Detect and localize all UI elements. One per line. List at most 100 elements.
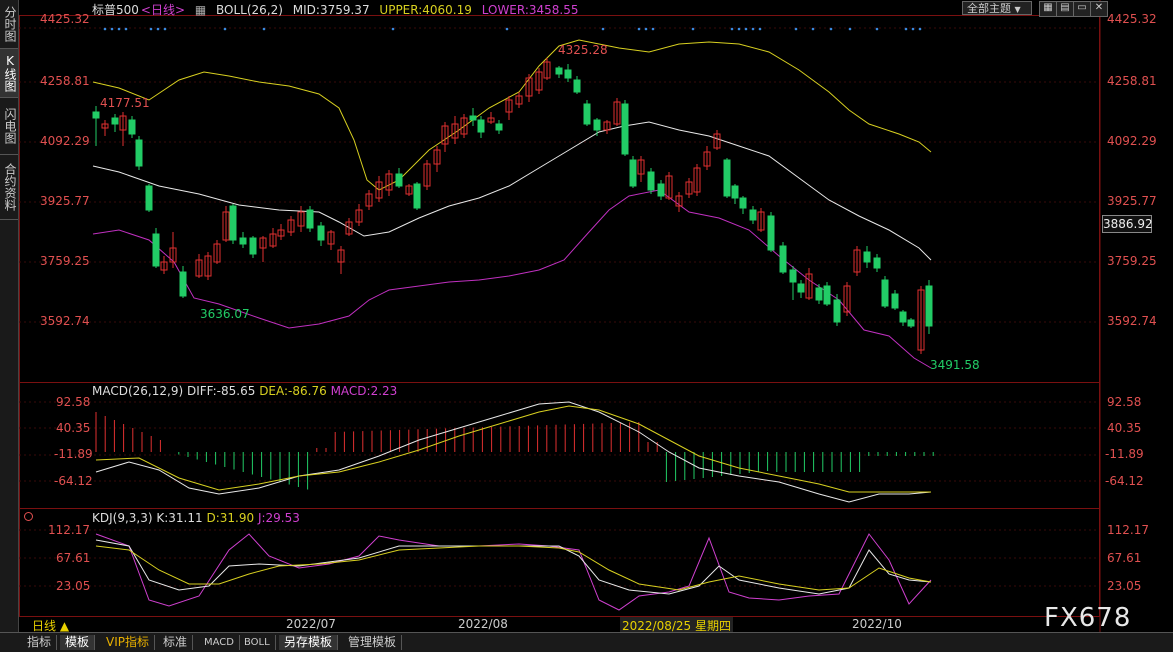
layout-icon[interactable]: ▤: [1056, 1, 1074, 17]
candle-body: [111, 117, 119, 125]
signal-dot: [163, 27, 167, 31]
kdj-tick-left-1: 112.17: [48, 523, 90, 537]
macd-frame: [19, 382, 1100, 509]
candle-body: [128, 119, 136, 135]
signal-dot: [848, 27, 852, 31]
x-label-aug: 2022/08: [458, 617, 508, 631]
price-tick-left-2: 4258.81: [40, 74, 90, 88]
candle-body: [229, 205, 237, 241]
candle-body: [749, 209, 757, 221]
signal-dot: [505, 27, 509, 31]
macd-value: MACD:2.23: [330, 384, 398, 398]
kdj-settings-icon[interactable]: [24, 512, 33, 521]
annotation-high-2: 4325.28: [558, 43, 608, 57]
boll-upper-line: [92, 39, 932, 191]
signal-dot: [223, 27, 227, 31]
signal-dot: [758, 27, 762, 31]
price-tick-right-1: 4425.32: [1107, 12, 1157, 26]
signal-dot: [103, 27, 107, 31]
tab-indicator[interactable]: 指标: [22, 635, 58, 650]
candle-body: [797, 283, 805, 293]
candle-body: [767, 215, 775, 251]
macd-tick-right-2: 40.35: [1107, 421, 1142, 435]
candle-body: [477, 119, 485, 133]
signal-dot: [651, 27, 655, 31]
candle-body: [317, 225, 325, 241]
manage-template-button[interactable]: 管理模板: [343, 635, 403, 650]
macd-header: MACD(26,12,9) DIFF:-85.65 DEA:-86.76 MAC…: [92, 384, 397, 398]
price-tick-right-4: 3925.77: [1107, 194, 1157, 208]
candle-body: [723, 159, 731, 197]
chart-type-icon[interactable]: ▦: [195, 3, 206, 17]
tab-vip-indicator[interactable]: VIP指标: [101, 635, 155, 650]
price-tick-left-1: 4425.32: [40, 12, 90, 26]
macd-tick-right-3: -11.89: [1105, 447, 1144, 461]
tab-kline[interactable]: K线图: [0, 49, 18, 98]
macd-tick-left-1: 92.58: [56, 395, 91, 409]
tab-macd[interactable]: MACD: [199, 635, 240, 650]
kdj-tick-left-3: 23.05: [56, 579, 91, 593]
close-icon[interactable]: ✕: [1090, 1, 1108, 17]
annotation-high-1: 4177.51: [100, 96, 150, 110]
macd-tick-right-4: -64.12: [1105, 474, 1144, 488]
window-icon[interactable]: ▭: [1073, 1, 1091, 17]
tab-timeshare[interactable]: 分时图: [0, 0, 18, 49]
candle-body: [629, 159, 637, 187]
candle-body: [152, 233, 160, 267]
symbol-name: 标普500: [92, 3, 139, 17]
signal-dot: [911, 27, 915, 31]
signal-dot: [918, 27, 922, 31]
signal-dot: [637, 27, 641, 31]
signal-dot: [149, 27, 153, 31]
price-tick-right-3: 4092.29: [1107, 134, 1157, 148]
macd-tick-left-4: -64.12: [54, 474, 93, 488]
kdj-k: K:31.11: [156, 511, 203, 525]
signal-dot: [737, 27, 741, 31]
theme-select[interactable]: 全部主题 ▼: [962, 1, 1032, 15]
x-label-jul: 2022/07: [286, 617, 336, 631]
boll-mid-line: [92, 121, 932, 261]
candle-body: [239, 237, 247, 245]
tab-template[interactable]: 模板: [60, 635, 96, 650]
price-tick-right-6: 3592.74: [1107, 314, 1157, 328]
signal-dot: [875, 27, 879, 31]
candle-body: [564, 69, 572, 79]
kdj-header: KDJ(9,3,3) K:31.11 D:31.90 J:29.53: [92, 511, 300, 525]
candle-body: [815, 287, 823, 301]
candle-body: [881, 279, 889, 307]
annotation-low-1: 3636.07: [200, 307, 250, 321]
candle-body: [739, 197, 747, 209]
signal-dot: [691, 27, 695, 31]
candle-body: [891, 293, 899, 309]
candle-body: [731, 185, 739, 199]
candle-body: [395, 173, 403, 187]
candle-body: [179, 271, 187, 297]
save-template-button[interactable]: 另存模板: [279, 635, 339, 650]
candle-body: [873, 257, 881, 269]
annotation-low-2: 3491.58: [930, 358, 980, 372]
tab-flash[interactable]: 闪电图: [0, 98, 18, 155]
kdj-d-line: [95, 545, 932, 591]
price-tick-left-5: 3759.25: [40, 254, 90, 268]
signal-dot: [730, 27, 734, 31]
tab-standard[interactable]: 标准: [158, 635, 194, 650]
signal-dot: [794, 27, 798, 31]
grid-icon[interactable]: ▦: [1039, 1, 1057, 17]
tab-contract-info[interactable]: 合约资料: [0, 155, 18, 220]
kdj-tick-right-3: 23.05: [1107, 579, 1142, 593]
macd-tick-left-2: 40.35: [56, 421, 91, 435]
candle-body: [833, 299, 841, 323]
period-link[interactable]: <日线>: [141, 3, 185, 17]
signal-dot: [904, 27, 908, 31]
candle-body: [593, 119, 601, 131]
tab-boll[interactable]: BOLL: [239, 635, 276, 650]
chart-area[interactable]: [19, 0, 1173, 632]
price-tick-left-4: 3925.77: [40, 194, 90, 208]
signal-dot: [601, 27, 605, 31]
price-tick-left-3: 4092.29: [40, 134, 90, 148]
candle-body: [413, 183, 421, 209]
signal-dot: [117, 27, 121, 31]
chart-svg: [19, 0, 1101, 632]
signal-dot: [811, 27, 815, 31]
candle-body: [249, 237, 257, 255]
